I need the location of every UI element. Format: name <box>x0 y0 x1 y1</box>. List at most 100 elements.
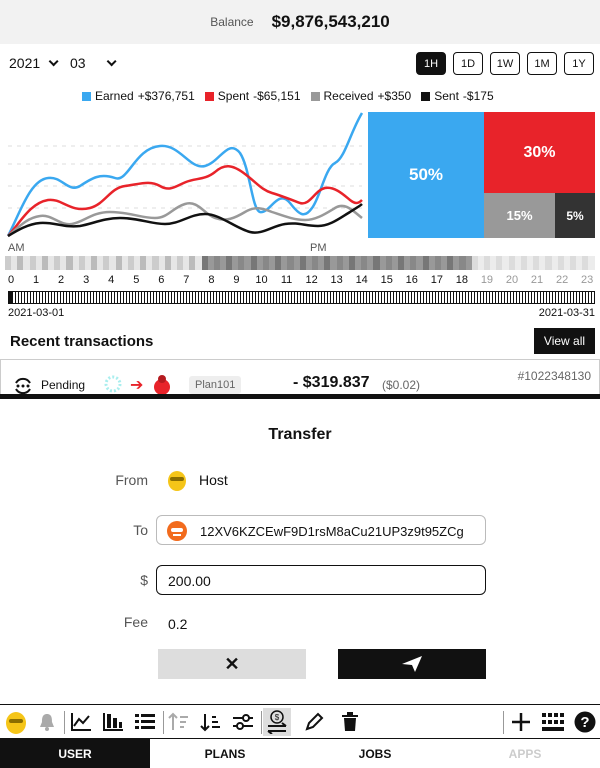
balance-bar: Balance $9,876,543,210 <box>0 0 600 44</box>
year-value: 2021 <box>9 55 41 71</box>
treemap-earned[interactable]: 50% <box>368 112 484 238</box>
range-buttons: 1H 1D 1W 1M 1Y <box>416 52 594 75</box>
sliders-icon[interactable] <box>229 708 257 736</box>
bar-chart-icon[interactable] <box>99 708 127 736</box>
hour-label: 5 <box>133 274 140 286</box>
view-all-button[interactable]: View all <box>534 328 595 354</box>
hour-label: 7 <box>183 274 190 286</box>
toolbar-separator <box>261 711 262 734</box>
date-end: 2021-03-31 <box>538 307 595 319</box>
legend-amount: -$65,151 <box>253 89 301 103</box>
hour-cell[interactable] <box>588 256 595 270</box>
send-button[interactable] <box>338 649 486 679</box>
date-start: 2021-03-01 <box>8 307 65 319</box>
hour-heatmap <box>5 256 595 270</box>
cancel-button[interactable]: ✕ <box>158 649 306 679</box>
svg-text:$: $ <box>275 713 280 722</box>
day-slider[interactable] <box>8 291 595 304</box>
hour-label: 0 <box>7 274 15 286</box>
treemap-received[interactable]: 15% <box>484 193 555 238</box>
close-icon: ✕ <box>224 653 240 674</box>
transaction-row[interactable]: Pending ➔ Plan101 - $319.837 ($0.02) #10… <box>0 359 600 395</box>
hour-selector[interactable]: 0 1 2 3 4 5 6 7 8 9 10 11 12 13 14 15 16 17 18 19 20 21 22 23 <box>0 256 600 286</box>
legend-amount: -$175 <box>462 89 494 103</box>
legend-earned[interactable]: Earned +$376,751 <box>82 89 195 103</box>
balance-label: Balance <box>210 15 254 29</box>
legend-sent[interactable]: Sent -$175 <box>421 89 494 103</box>
hour-label: 4 <box>108 274 115 286</box>
legend-spent[interactable]: Spent -$65,151 <box>204 89 301 103</box>
line-chart-icon[interactable] <box>67 708 95 736</box>
hour-label: 19 <box>480 274 494 286</box>
sender-avatar <box>104 375 122 393</box>
keyboard-icon[interactable] <box>539 708 567 736</box>
pm-label: PM <box>310 242 327 254</box>
pencil-icon[interactable] <box>300 708 328 736</box>
from-label: From <box>115 472 148 488</box>
hour-label: 9 <box>233 274 240 286</box>
amount-input[interactable]: 200.00 <box>156 565 486 595</box>
legend-amount: +$376,751 <box>137 89 195 103</box>
chevron-down-icon <box>106 55 117 66</box>
bottom-tabs: USER PLANS JOBS APPS <box>0 739 600 768</box>
treemap-sent[interactable]: 5% <box>555 193 595 238</box>
year-select[interactable]: 2021 <box>9 55 59 71</box>
range-button-1h[interactable]: 1H <box>416 52 446 75</box>
transaction-fee: ($0.02) <box>382 378 421 392</box>
help-icon[interactable]: ? <box>571 708 599 736</box>
toolbar-separator <box>64 711 65 734</box>
legend-amount: +$350 <box>377 89 412 103</box>
toolbar-separator <box>163 711 164 734</box>
user-avatar[interactable] <box>2 708 30 736</box>
legend-label: Received <box>323 89 374 103</box>
hour-label: 6 <box>158 274 165 286</box>
legend-swatch <box>421 91 431 101</box>
fee-label: Fee <box>123 614 148 630</box>
day-slider-handle[interactable] <box>9 291 12 304</box>
recent-transactions-title: Recent transactions <box>10 333 154 350</box>
plus-icon[interactable] <box>507 708 535 736</box>
trash-icon[interactable] <box>336 708 364 736</box>
range-button-1m[interactable]: 1M <box>527 52 557 75</box>
sort-desc-icon[interactable] <box>197 708 225 736</box>
sort-asc-icon[interactable] <box>165 708 193 736</box>
legend-label: Sent <box>434 89 459 103</box>
transaction-amount: - $319.837 <box>293 374 370 391</box>
range-button-1w[interactable]: 1W <box>490 52 520 75</box>
list-icon[interactable] <box>131 708 159 736</box>
bell-icon[interactable] <box>33 708 61 736</box>
transaction-id: #1022348130 <box>517 369 591 383</box>
range-button-1y[interactable]: 1Y <box>564 52 594 75</box>
tab-apps[interactable]: APPS <box>450 739 600 768</box>
transfer-icon[interactable]: $ <box>263 708 291 736</box>
legend-received[interactable]: Received +$350 <box>310 89 412 103</box>
hour-label: 3 <box>83 274 90 286</box>
to-address-field[interactable]: 12XV6KZCEwF9D1rsM8aCu21UP3z9t95ZCg <box>156 515 486 545</box>
tab-jobs[interactable]: JOBS <box>300 739 450 768</box>
hour-label: 20 <box>505 274 519 286</box>
month-value: 03 <box>70 55 86 71</box>
hour-label: 17 <box>430 274 443 286</box>
hour-label: 11 <box>280 274 293 286</box>
hour-label: 12 <box>305 274 318 286</box>
to-label: To <box>133 522 148 538</box>
hour-label: 14 <box>355 274 368 286</box>
tab-plans[interactable]: PLANS <box>150 739 300 768</box>
hour-label: 8 <box>208 274 215 286</box>
line-chart <box>6 112 364 238</box>
recipient-avatar <box>167 521 187 541</box>
recipient-avatar <box>154 375 170 394</box>
chart-legend: Earned +$376,751 Spent -$65,151 Received… <box>82 89 494 103</box>
treemap-spent[interactable]: 30% <box>484 112 595 193</box>
month-select[interactable]: 03 <box>70 55 117 71</box>
series-line-earned <box>6 112 364 237</box>
balance-value: $9,876,543,210 <box>271 12 390 31</box>
hour-label: 16 <box>405 274 418 286</box>
hour-label: 15 <box>380 274 393 286</box>
tab-user[interactable]: USER <box>0 739 150 768</box>
bottom-toolbar: $ ? <box>0 704 600 739</box>
hour-label: 18 <box>455 274 469 286</box>
range-button-1d[interactable]: 1D <box>453 52 483 75</box>
legend-swatch <box>310 91 320 101</box>
hour-label: 23 <box>581 274 594 286</box>
